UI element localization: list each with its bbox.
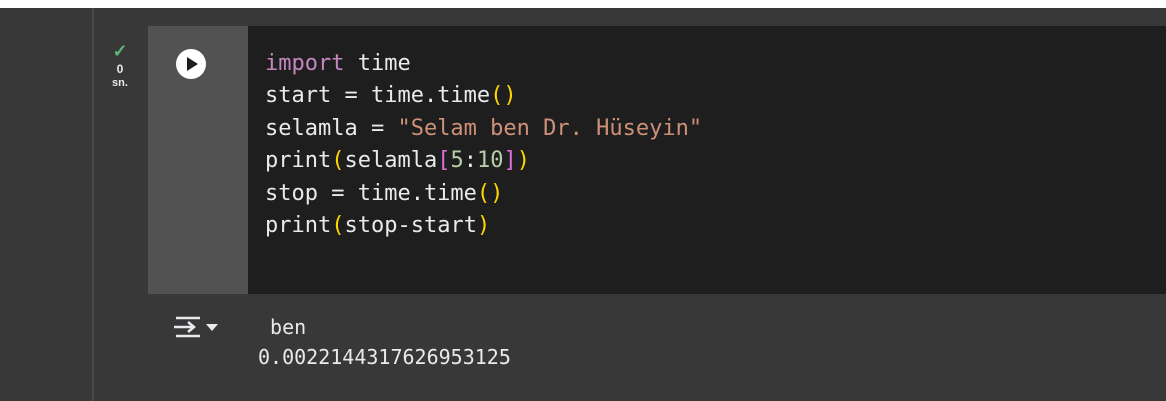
output-line: ben — [258, 315, 307, 339]
bracket-token: [ — [437, 148, 451, 174]
bracket-token: ( — [331, 213, 345, 239]
code-line: import time — [265, 51, 411, 76]
code-token: stop = time.time — [265, 180, 477, 206]
code-token: print — [265, 213, 332, 239]
code-line: print(selamla[5:10]) — [265, 148, 530, 173]
code-token: start = time.time — [265, 83, 491, 109]
code-content[interactable]: import time start = time.time() selamla … — [265, 48, 702, 242]
bracket-token: ( — [490, 83, 504, 109]
code-line: print(stop-start) — [265, 213, 490, 238]
code-line: start = time.time() — [265, 83, 517, 108]
bracket-token: ) — [516, 148, 530, 174]
top-bar — [0, 0, 1166, 8]
bracket-token: ( — [476, 180, 491, 206]
code-editor[interactable]: import time start = time.time() selamla … — [248, 26, 1166, 294]
string-token: "Selam ben Dr. Hüseyin" — [397, 115, 703, 141]
output-options-icon[interactable] — [172, 314, 232, 340]
bracket-token: ( — [331, 148, 345, 174]
keyword-token: import — [265, 51, 345, 76]
execution-time-unit: sn. — [112, 77, 128, 89]
code-token: selamla — [344, 148, 438, 174]
left-gutter — [0, 8, 92, 401]
code-token: print — [265, 148, 332, 174]
play-icon — [187, 57, 198, 71]
run-cell-button[interactable] — [176, 49, 206, 79]
bracket-token: ) — [490, 180, 504, 206]
code-line: stop = time.time() — [265, 181, 503, 206]
number-token: 10 — [476, 148, 504, 174]
output-line: 0.0022144317626953125 — [258, 345, 511, 369]
bracket-token: ) — [503, 83, 517, 109]
code-token: stop-start — [344, 213, 477, 239]
code-token: : — [463, 148, 477, 174]
execution-time-value: 0 — [116, 62, 124, 76]
execution-status: ✓ 0 sn. — [100, 42, 140, 90]
bracket-token: ) — [476, 213, 491, 239]
code-line: selamla = "Selam ben Dr. Hüseyin" — [265, 116, 702, 141]
code-token: time — [344, 51, 411, 76]
run-column — [148, 26, 248, 294]
number-token: 5 — [450, 148, 464, 174]
bracket-token: ] — [503, 148, 517, 174]
code-token: selamla = — [265, 115, 398, 141]
cell-output: ben 0.0022144317626953125 — [148, 294, 1166, 401]
success-check-icon: ✓ — [112, 41, 128, 61]
output-text: ben 0.0022144317626953125 — [258, 312, 511, 372]
